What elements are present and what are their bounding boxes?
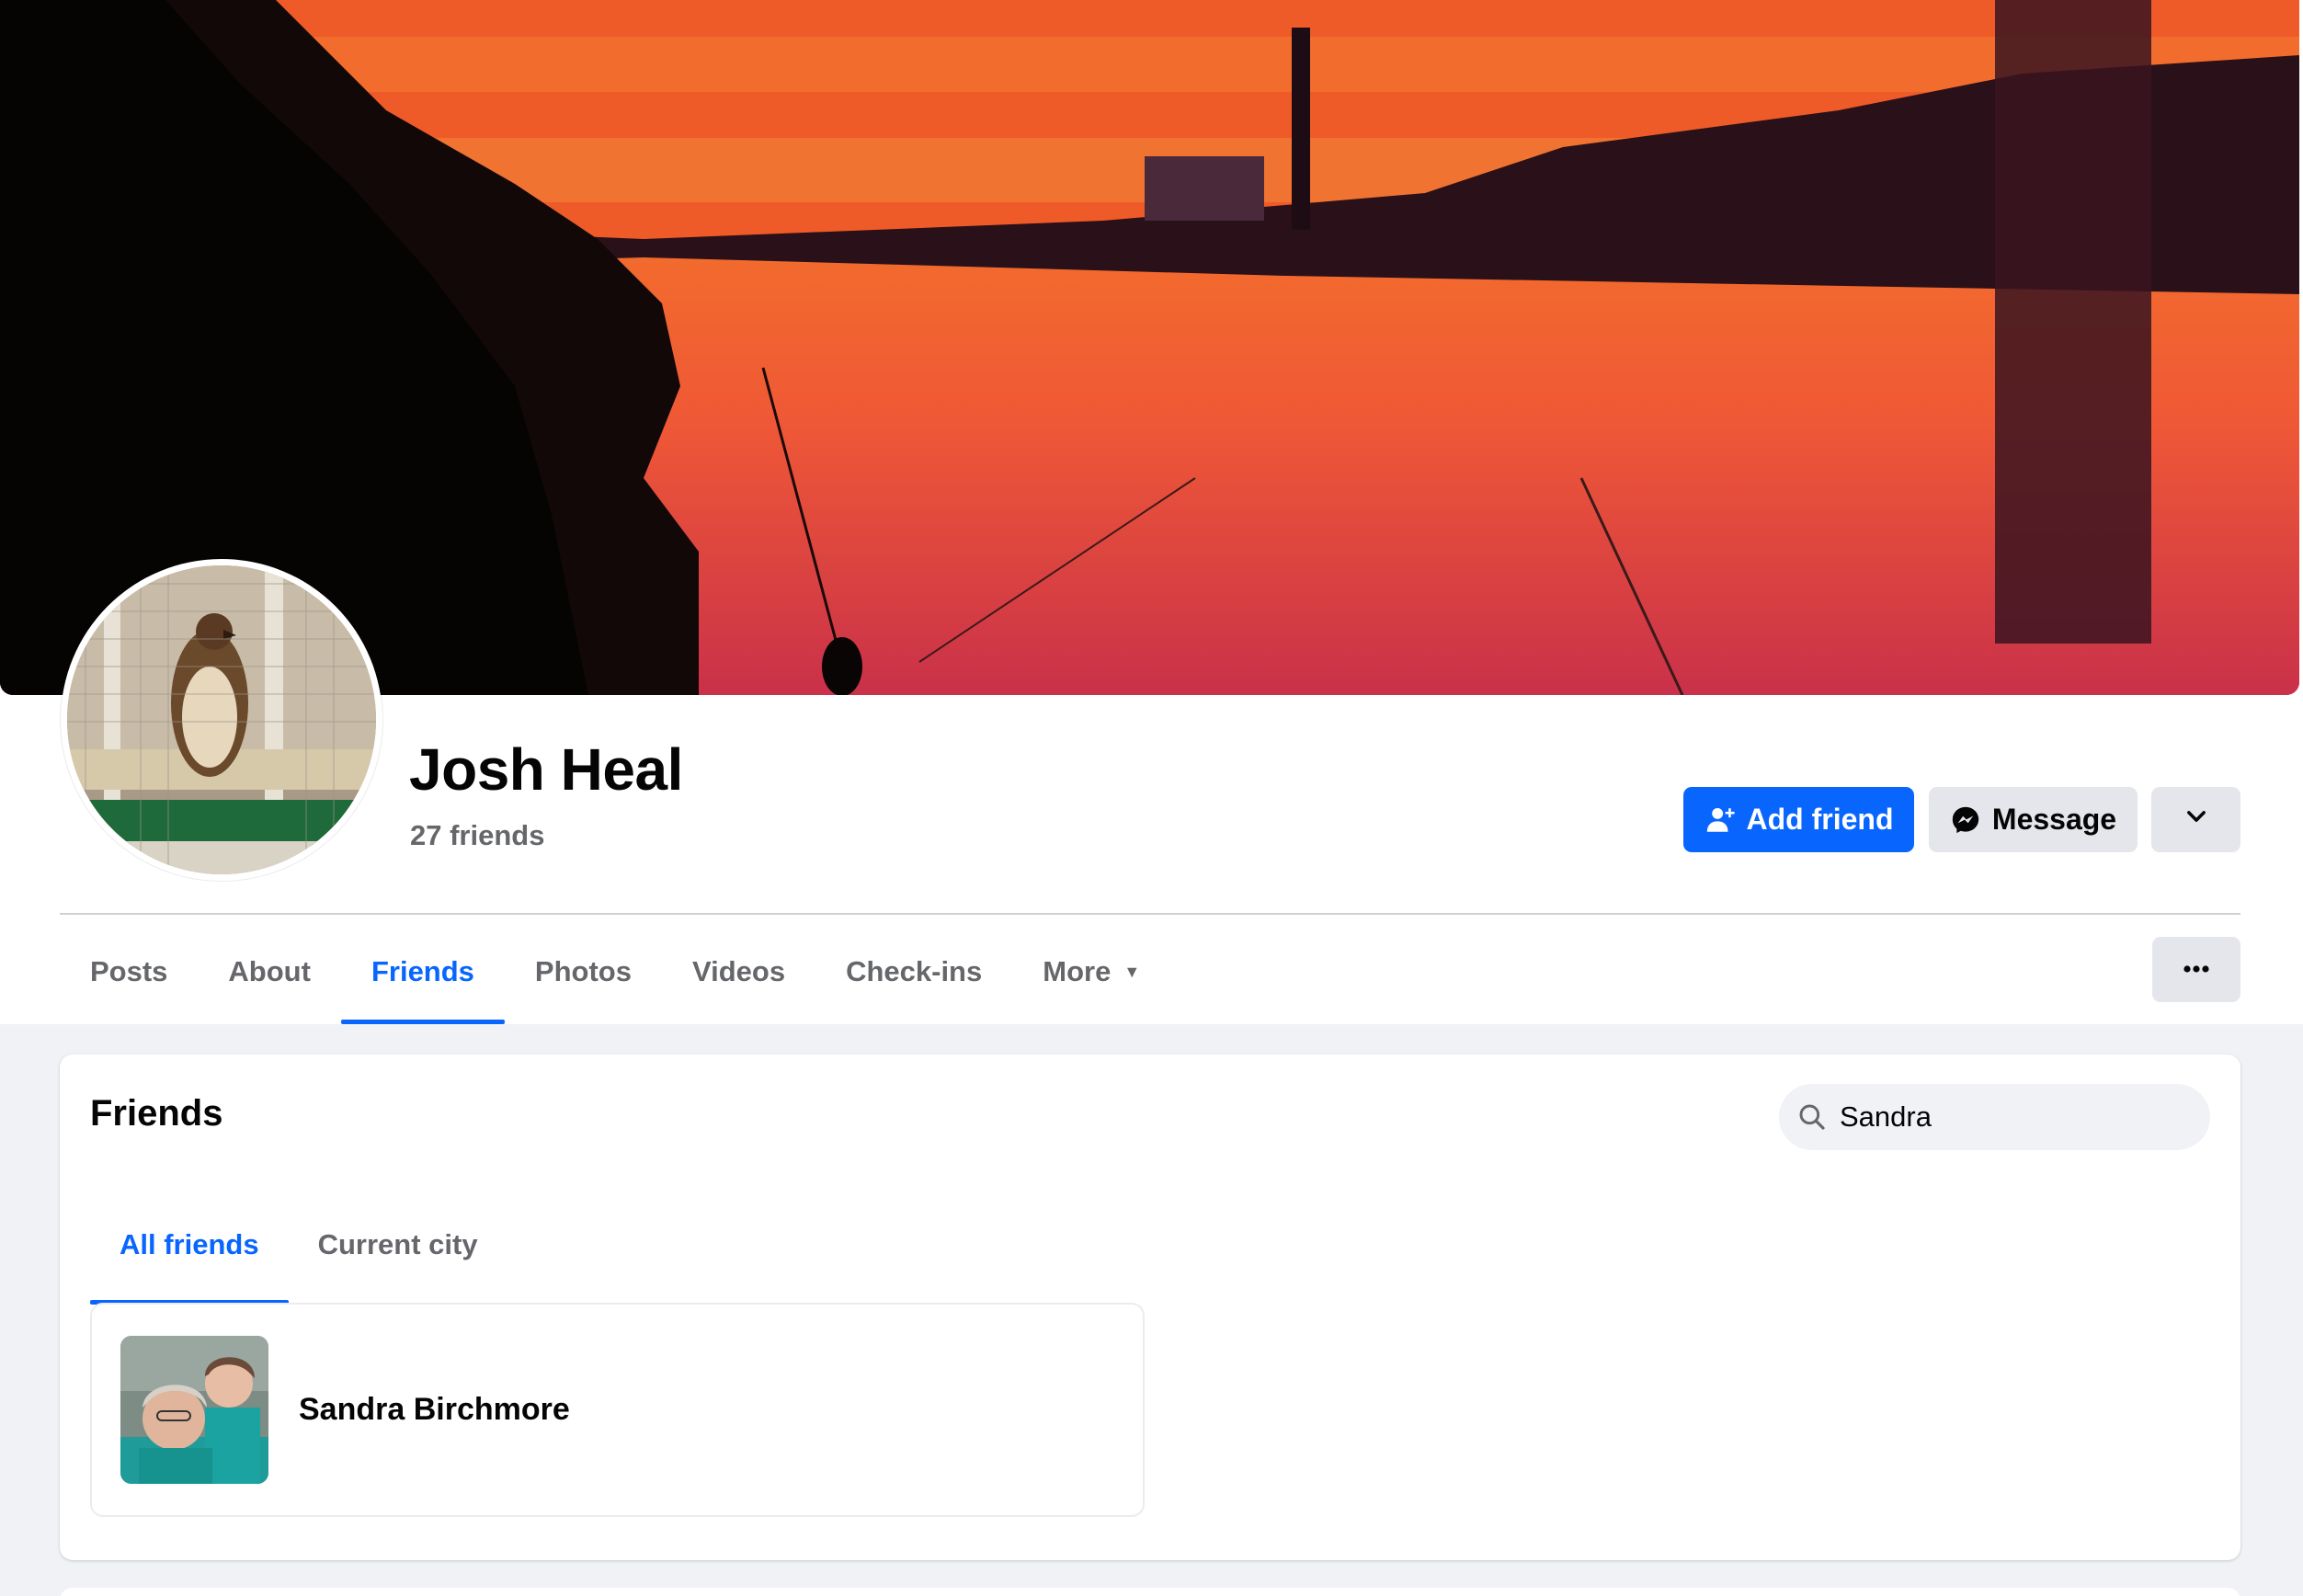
friend-result-card: Sandra Birchmore <box>90 1303 1145 1517</box>
subtab-current-city[interactable]: Current city <box>289 1200 507 1305</box>
tab-photos[interactable]: Photos <box>505 919 662 1024</box>
profile-header: Josh Heal 27 friends Add friend Message <box>0 0 2303 1024</box>
tab-check-ins[interactable]: Check-ins <box>815 919 1012 1024</box>
search-icon <box>1797 1102 1827 1132</box>
chevron-down-icon <box>2183 803 2209 837</box>
tab-videos[interactable]: Videos <box>662 919 815 1024</box>
header-divider <box>60 913 2240 915</box>
profile-avatar[interactable] <box>61 559 382 881</box>
messenger-icon <box>1950 804 1981 836</box>
friend-avatar[interactable] <box>120 1336 268 1484</box>
friend-name-link[interactable]: Sandra Birchmore <box>299 1392 570 1428</box>
tab-posts-label: Posts <box>90 955 168 987</box>
message-label: Message <box>1991 803 2117 836</box>
person-plus-icon <box>1704 804 1736 836</box>
profile-name: Josh Heal <box>409 736 683 803</box>
next-card-edge <box>60 1588 2240 1596</box>
profile-options-dropdown[interactable] <box>2151 787 2240 852</box>
tab-posts[interactable]: Posts <box>60 919 198 1024</box>
tab-about[interactable]: About <box>198 919 341 1024</box>
friends-search-input[interactable] <box>1840 1100 2171 1134</box>
tab-about-label: About <box>228 955 311 987</box>
cover-image <box>0 0 2299 695</box>
caret-down-icon: ▼ <box>1123 962 1141 981</box>
tab-more[interactable]: More ▼ <box>1012 919 1170 1024</box>
tab-photos-label: Photos <box>534 955 632 987</box>
profile-tabs: Posts About Friends Photos Videos Check-… <box>60 919 1170 1024</box>
tab-check-ins-label: Check-ins <box>846 955 983 987</box>
tab-friends[interactable]: Friends <box>340 919 505 1024</box>
friends-card: Friends All friends Current city <box>60 1054 2240 1560</box>
friends-search[interactable] <box>1779 1084 2210 1150</box>
subtab-all-friends-label: All friends <box>120 1228 259 1260</box>
friend-avatar-image <box>120 1336 268 1484</box>
subtab-all-friends[interactable]: All friends <box>90 1200 289 1305</box>
tab-more-label: More <box>1043 955 1112 987</box>
friends-section-title: Friends <box>90 1093 223 1134</box>
add-friend-label: Add friend <box>1746 803 1894 836</box>
message-button[interactable]: Message <box>1929 787 2138 852</box>
avatar-image <box>67 565 376 874</box>
hawk-avatar-image <box>67 565 376 874</box>
tab-friends-label: Friends <box>371 955 474 987</box>
ellipsis-icon <box>2183 962 2210 978</box>
add-friend-button[interactable]: Add friend <box>1683 787 1914 852</box>
friends-subtabs: All friends Current city <box>90 1200 507 1305</box>
friend-count-link[interactable]: 27 friends <box>410 819 544 852</box>
tab-videos-label: Videos <box>691 955 786 987</box>
profile-more-options-button[interactable] <box>2152 937 2240 1002</box>
cover-photo[interactable] <box>0 0 2299 695</box>
subtab-current-city-label: Current city <box>317 1228 478 1260</box>
